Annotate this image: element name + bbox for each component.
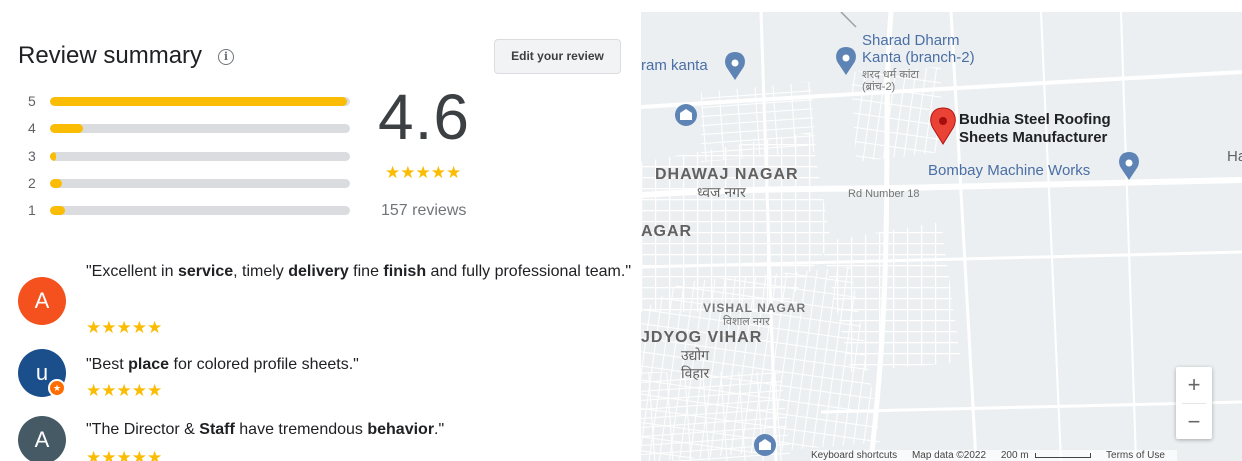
histogram-star-label: 3 [28, 148, 36, 164]
map-label-dhawaj-nagar-hindi: ध्वज नगर [697, 184, 746, 200]
map-label-line: शरद धर्म कांटा [862, 69, 919, 81]
map-label-line: विहार [681, 365, 710, 381]
histogram-star-label: 4 [28, 120, 36, 136]
map-label-line: Kanta (branch-2) [862, 49, 975, 66]
histogram-bar-fill [50, 152, 56, 161]
map-footer: Keyboard shortcuts Map data ©2022 200 m … [811, 450, 1177, 461]
review-stars: ★★★★★ [86, 318, 163, 337]
review-highlight: place [128, 356, 170, 373]
map-label-line: Sharad Dharm [862, 32, 960, 49]
review-summary-title: Review summary [18, 42, 203, 69]
reviewer-avatar[interactable]: A [18, 416, 66, 461]
zoom-out-button[interactable]: − [1176, 404, 1212, 440]
review-stars: ★★★★★ [86, 381, 163, 400]
map-label-budhia-steel[interactable]: Budhia Steel Roofing Sheets Manufacturer [959, 111, 1111, 147]
local-guide-badge-icon: ★ [48, 379, 66, 397]
average-rating: 4.6 [378, 81, 470, 153]
map-label-dhawaj-nagar: DHAWAJ NAGAR [655, 166, 799, 183]
histogram-star-label: 2 [28, 175, 36, 191]
histogram-bar-track [50, 124, 350, 133]
edit-review-button[interactable]: Edit your review [494, 39, 621, 74]
map-data-attribution: Map data ©2022 [911, 450, 987, 461]
histogram-bar-fill [50, 206, 65, 215]
map-label-agar: AGAR [641, 223, 693, 240]
map-label-udyog-vihar-hindi: उद्योग विहार [681, 346, 709, 382]
histogram-bar-fill [50, 124, 83, 133]
review-highlight: delivery [288, 263, 349, 280]
review-highlight: behavior [367, 421, 435, 438]
poi-pin-icon[interactable] [675, 104, 697, 126]
scale-bar [1035, 452, 1092, 458]
review-text: "Excellent in service, timely delivery f… [86, 258, 636, 285]
map-label-road-number-18: Rd Number 18 [848, 188, 920, 200]
map-label-bombay-machine-works[interactable]: Bombay Machine Works [928, 162, 1090, 179]
review-highlight: service [177, 263, 234, 280]
map-label-vishal-nagar: VISHAL NAGAR [703, 301, 807, 315]
histogram-bar-fill [50, 179, 62, 188]
review-stars: ★★★★★ [86, 448, 163, 461]
review-highlight: finish [383, 263, 427, 280]
review-text-part: for colored profile sheets." [169, 356, 359, 373]
histogram-bar-track [50, 206, 350, 215]
scale-label[interactable]: 200 m [1001, 450, 1029, 461]
review-text-part: have tremendous [234, 421, 368, 438]
terms-of-use-link[interactable]: Terms of Use [1106, 450, 1165, 461]
histogram-bar-fill [50, 97, 347, 106]
review-summary-panel: Review summary i Edit your review 54321 … [0, 0, 640, 461]
review-text: "The Director & Staff have tremendous be… [86, 416, 636, 443]
histogram-bar-track [50, 97, 350, 106]
review-text-part: "Excellent in [86, 263, 178, 280]
map-label-line: Budhia Steel Roofing [959, 111, 1111, 128]
average-rating-stars: ★★★★★ [385, 163, 462, 182]
keyboard-shortcuts-link[interactable]: Keyboard shortcuts [811, 450, 897, 461]
histogram-bar-track [50, 152, 350, 161]
map-label-partial: Ha [1227, 148, 1242, 165]
review-text-part: fine [348, 263, 384, 280]
review-text-part: ." [434, 421, 445, 438]
map[interactable]: ram kanta Sharad Dharm Kanta (branch-2) … [641, 12, 1242, 461]
review-highlight: Staff [199, 421, 235, 438]
map-label-line: Sheets Manufacturer [959, 129, 1108, 146]
map-label-line: (ब्रांच-2) [862, 81, 896, 93]
review-text: "Best place for colored profile sheets." [86, 351, 636, 378]
poi-pin-icon[interactable] [754, 434, 776, 456]
review-count-link[interactable]: 157 reviews [381, 202, 466, 220]
review-text-part: "Best [86, 356, 129, 373]
map-label-line: उद्योग [681, 347, 709, 363]
map-streets [641, 12, 1242, 461]
review-text-part: "The Director & [86, 421, 200, 438]
zoom-control: + − [1176, 367, 1212, 439]
map-label-udyog-vihar: JDYOG VIHAR [641, 329, 763, 346]
info-icon[interactable]: i [218, 49, 234, 65]
zoom-in-button[interactable]: + [1176, 367, 1212, 403]
review-text-part: , timely [233, 263, 289, 280]
histogram-star-label: 5 [28, 93, 36, 109]
map-label-sharad-dharm[interactable]: Sharad Dharm Kanta (branch-2) [862, 32, 975, 66]
histogram-bar-track [50, 179, 350, 188]
histogram-star-label: 1 [28, 202, 36, 218]
map-label-ram-kanta[interactable]: ram kanta [641, 57, 708, 74]
map-label-sharad-hindi: शरद धर्म कांटा (ब्रांच-2) [862, 69, 919, 93]
map-label-vishal-nagar-hindi: विशाल नगर [723, 316, 770, 328]
review-text-part: and fully professional team." [426, 263, 631, 280]
reviewer-avatar[interactable]: A [18, 277, 66, 325]
